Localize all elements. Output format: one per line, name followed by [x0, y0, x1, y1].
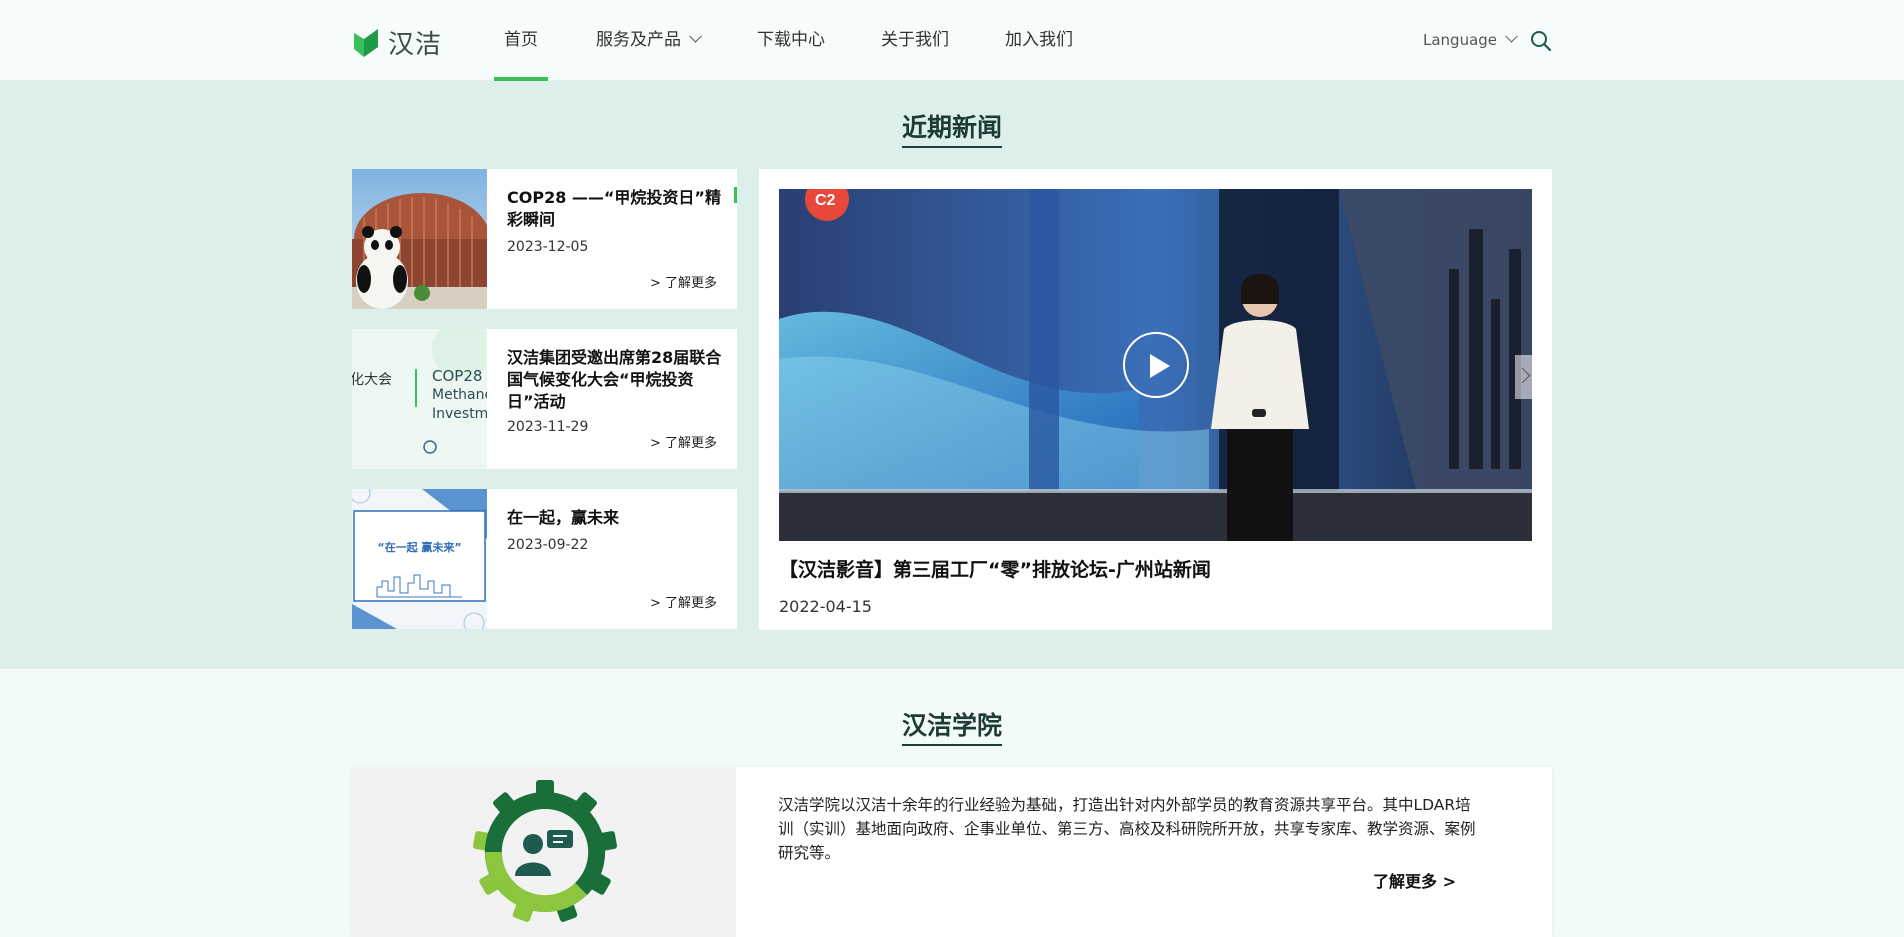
thumb-caption: Investm: [432, 406, 487, 422]
leaf-logo-icon: [354, 29, 378, 57]
featured-news-date: 2022-04-15: [779, 597, 872, 616]
featured-news-card: C2 【汉洁影音】第三届工厂“零”排放论坛-广州站新闻 2022-04-15: [759, 169, 1552, 630]
thumb-caption: 化大会: [352, 372, 392, 388]
search-icon[interactable]: [1530, 30, 1552, 52]
thumb-caption: COP28: [432, 367, 483, 385]
academy-logo-panel: [352, 767, 736, 937]
academy-section-heading: 汉洁学院: [901, 706, 1002, 746]
featured-news-title[interactable]: 【汉洁影音】第三届工厂“零”排放论坛-广州站新闻: [779, 555, 1211, 582]
news-date: 2023-12-05: [507, 239, 589, 255]
news-section-title: 近期新闻: [0, 108, 1904, 148]
nav-services-label: 服务及产品: [596, 30, 681, 50]
thumb-caption: “在一起 赢未来”: [377, 541, 462, 554]
nav-downloads-label: 下载中心: [757, 30, 825, 50]
nav-home-label: 首页: [504, 30, 538, 50]
news-date: 2023-09-22: [507, 537, 589, 553]
news-text: COP28 ——“甲烷投资日”精彩瞬间 2023-12-05: [507, 187, 722, 255]
academy-description: 汉洁学院以汉洁十余年的行业经验为基础，打造出针对内外部学员的教育资源共享平台。其…: [778, 796, 1476, 862]
chevron-down-icon: [1505, 29, 1518, 43]
nav-join[interactable]: 加入我们: [1005, 0, 1073, 81]
news-read-more-link[interactable]: > 了解更多: [650, 592, 717, 611]
channel-badge: C2: [815, 192, 836, 209]
pavilion-panda-image: [352, 169, 487, 309]
news-title[interactable]: 在一起，赢未来: [507, 507, 722, 529]
nav-downloads[interactable]: 下载中心: [757, 0, 825, 81]
news-read-more-link[interactable]: > 了解更多: [650, 432, 717, 451]
news-section-heading: 近期新闻: [901, 108, 1002, 148]
news-read-more-link[interactable]: > 了解更多: [650, 272, 717, 291]
news-text: 汉洁集团受邀出席第28届联合国气候变化大会“甲烷投资日”活动 2023-11-2…: [507, 347, 722, 435]
news-card[interactable]: COP28 ——“甲烷投资日”精彩瞬间 2023-12-05 > 了解更多: [352, 169, 737, 309]
nav-about[interactable]: 关于我们: [881, 0, 949, 81]
active-indicator: [734, 187, 737, 203]
academy-card: 汉洁学院以汉洁十余年的行业经验为基础，打造出针对内外部学员的教育资源共享平台。其…: [352, 767, 1552, 937]
nav-home[interactable]: 首页: [494, 0, 548, 81]
news-thumbnail: 化大会 COP28 Methane Investm: [352, 329, 487, 469]
news-title[interactable]: COP28 ——“甲烷投资日”精彩瞬间: [507, 187, 722, 231]
chevron-right-icon[interactable]: [1515, 355, 1533, 399]
news-thumbnail: [352, 169, 487, 309]
gear-badge-icon: [473, 780, 617, 922]
news-title[interactable]: 汉洁集团受邀出席第28届联合国气候变化大会“甲烷投资日”活动: [507, 347, 722, 413]
nav-services[interactable]: 服务及产品: [596, 0, 702, 81]
together-future-image: [352, 489, 487, 629]
play-icon[interactable]: [1123, 332, 1189, 398]
nav-join-label: 加入我们: [1005, 30, 1073, 50]
language-selector[interactable]: Language: [1423, 0, 1518, 81]
logo[interactable]: 汉洁: [352, 26, 443, 60]
news-card[interactable]: “在一起 赢未来” 在一起，赢未来 2023-09-22 > 了解更多: [352, 489, 737, 629]
academy-section-title: 汉洁学院: [0, 706, 1904, 746]
logo-text: 汉洁: [388, 29, 443, 60]
news-thumbnail: “在一起 赢未来”: [352, 489, 487, 629]
academy-read-more-link[interactable]: 了解更多 >: [1373, 868, 1456, 892]
news-text: 在一起，赢未来 2023-09-22: [507, 507, 722, 553]
language-label: Language: [1423, 31, 1498, 49]
news-card[interactable]: 化大会 COP28 Methane Investm 汉洁集团受邀出席第28届联合…: [352, 329, 737, 469]
site-header: 汉洁 首页 服务及产品 下载中心 关于我们 加入我们 Language: [0, 0, 1904, 81]
video-player[interactable]: C2: [779, 189, 1532, 541]
nav-about-label: 关于我们: [881, 30, 949, 50]
chevron-left-icon[interactable]: [779, 355, 791, 399]
thumb-caption: Methane: [432, 387, 487, 403]
chevron-down-icon: [689, 29, 702, 43]
